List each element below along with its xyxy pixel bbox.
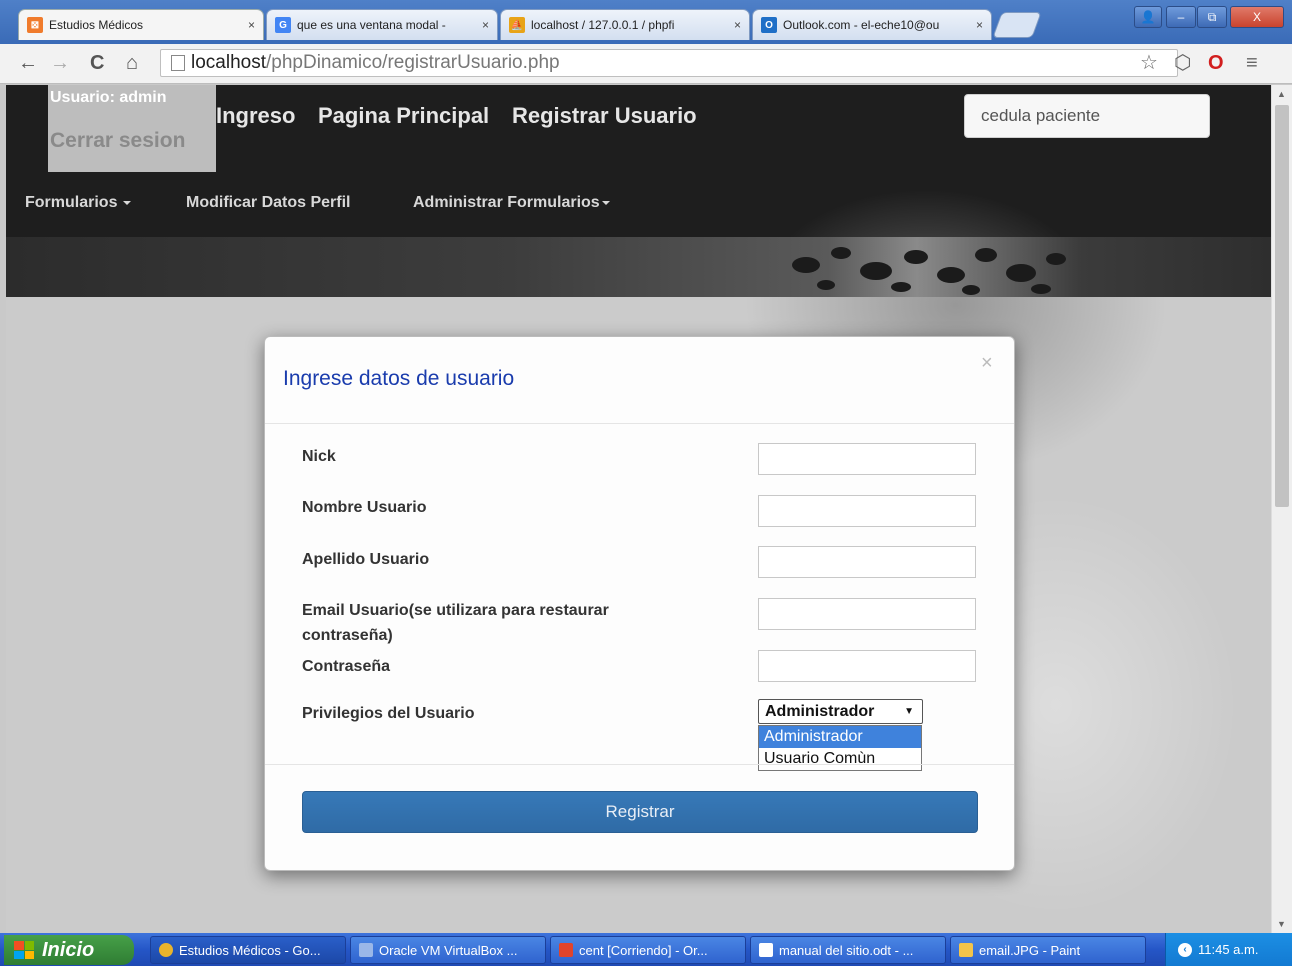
scroll-down-arrow-icon[interactable]: ▼ [1277, 919, 1286, 929]
modal-header-divider [265, 423, 1014, 424]
google-icon: G [275, 17, 291, 33]
menu-administrar-formularios-label: Administrar Formularios [413, 194, 600, 211]
menu-formularios[interactable]: Formularios [25, 194, 132, 212]
tab-close-icon[interactable]: × [734, 18, 741, 32]
modal-footer-divider [265, 764, 1014, 765]
taskbar-item-label: cent [Corriendo] - Or... [579, 942, 708, 958]
maximize-button[interactable]: ⧉ [1197, 6, 1227, 28]
tab-title: Estudios Médicos [49, 18, 144, 32]
taskbar-item-label: Oracle VM VirtualBox ... [379, 942, 518, 958]
page-viewport: Usuario: admin Cerrar sesion Ingreso Pag… [6, 85, 1271, 933]
address-path: /phpDinamico/registrarUsuario.php [266, 52, 560, 73]
nombre-usuario-label: Nombre Usuario [302, 499, 427, 516]
scroll-up-arrow-icon[interactable]: ▲ [1277, 89, 1286, 99]
windows-logo-icon [14, 941, 34, 959]
email-usuario-input[interactable] [758, 598, 976, 630]
privilegios-selected-value: Administrador [765, 702, 875, 720]
bookmark-star-icon[interactable]: ☆ [1140, 52, 1158, 74]
taskbar-item-chrome[interactable]: Estudios Médicos - Go... [150, 936, 346, 964]
forward-arrow-icon[interactable]: → [50, 52, 70, 74]
tray-chevron-icon[interactable]: ‹ [1178, 942, 1192, 957]
cedula-search-input[interactable] [964, 94, 1210, 138]
close-window-button[interactable]: X [1230, 6, 1284, 28]
tab-close-icon[interactable]: × [482, 18, 489, 32]
system-tray: ‹ 11:45 a.m. [1165, 933, 1292, 966]
dropdown-arrow-icon: ▼ [904, 706, 914, 717]
register-user-modal: Ingrese datos de usuario × Nick Nombre U… [264, 336, 1015, 871]
leopard-spots-image [792, 247, 1066, 295]
current-user-label: Usuario: admin [50, 89, 167, 106]
outlook-icon: O [761, 17, 777, 33]
reload-icon[interactable]: C [90, 52, 104, 74]
nav-pagina-principal[interactable]: Pagina Principal [318, 103, 489, 129]
address-bar[interactable]: localhost /phpDinamico/registrarUsuario.… [160, 49, 1178, 77]
back-arrow-icon[interactable]: ← [18, 52, 38, 74]
new-tab-button[interactable] [992, 12, 1042, 38]
start-button[interactable]: Inicio [4, 935, 134, 965]
phpmyadmin-icon: ⛵ [509, 17, 525, 33]
tab-close-icon[interactable]: × [248, 18, 255, 32]
caret-down-icon [123, 200, 132, 205]
taskbar-item-manual-odt[interactable]: manual del sitio.odt - ... [750, 936, 946, 964]
tab-phpmyadmin[interactable]: ⛵ localhost / 127.0.0.1 / phpfi × [500, 9, 750, 40]
tab-google-search[interactable]: G que es una ventana modal - × [266, 9, 498, 40]
site-header: Usuario: admin Cerrar sesion Ingreso Pag… [6, 85, 1271, 297]
taskbar-item-label: Estudios Médicos - Go... [179, 942, 321, 958]
logout-link[interactable]: Cerrar sesion [50, 129, 185, 153]
extension-icon[interactable]: ⬡ [1174, 52, 1191, 74]
tab-title: Outlook.com - el-eche10@ou [783, 18, 940, 32]
virtualbox-icon [359, 943, 373, 957]
tab-outlook[interactable]: O Outlook.com - el-eche10@ou × [752, 9, 992, 40]
nick-label: Nick [302, 448, 336, 465]
vm-window-icon [559, 943, 573, 957]
tab-close-icon[interactable]: × [976, 18, 983, 32]
menu-formularios-label: Formularios [25, 194, 118, 211]
paint-icon [959, 943, 973, 957]
minimize-button[interactable]: – [1166, 6, 1196, 28]
option-usuario-comun[interactable]: Usuario Comùn [759, 748, 921, 770]
user-profile-icon[interactable]: 👤 [1134, 6, 1162, 28]
scroll-thumb[interactable] [1275, 105, 1289, 507]
windows-taskbar: Inicio Estudios Médicos - Go... Oracle V… [0, 933, 1292, 966]
tab-title: que es una ventana modal - [297, 18, 446, 32]
page-scrollbar[interactable]: ▲ ▼ [1271, 85, 1292, 933]
taskbar-item-vm-cent[interactable]: cent [Corriendo] - Or... [550, 936, 746, 964]
email-usuario-label: Email Usuario(se utilizara para restaura… [302, 602, 609, 644]
opera-icon[interactable]: O [1208, 52, 1224, 74]
browser-toolbar: ← → C ⌂ localhost /phpDinamico/registrar… [0, 44, 1292, 84]
tab-estudios-medicos[interactable]: ⊠ Estudios Médicos × [18, 9, 264, 40]
taskbar-item-label: manual del sitio.odt - ... [779, 942, 914, 958]
chrome-icon [159, 943, 173, 957]
nick-input[interactable] [758, 443, 976, 475]
privilegios-select[interactable]: Administrador ▼ [758, 699, 923, 724]
apellido-usuario-input[interactable] [758, 546, 976, 578]
modal-close-icon[interactable]: × [981, 353, 993, 373]
tab-title: localhost / 127.0.0.1 / phpfi [531, 18, 675, 32]
registrar-button[interactable]: Registrar [302, 791, 978, 833]
taskbar-item-label: email.JPG - Paint [979, 942, 1081, 958]
menu-modificar-datos-perfil[interactable]: Modificar Datos Perfil [186, 194, 350, 212]
address-host: localhost [191, 52, 266, 73]
home-icon[interactable]: ⌂ [126, 52, 138, 74]
menu-administrar-formularios[interactable]: Administrar Formularios [413, 194, 610, 212]
modal-title: Ingrese datos de usuario [283, 367, 515, 390]
nombre-usuario-input[interactable] [758, 495, 976, 527]
taskbar-item-virtualbox[interactable]: Oracle VM VirtualBox ... [350, 936, 546, 964]
nav-registrar-usuario[interactable]: Registrar Usuario [512, 103, 697, 129]
contrasena-input[interactable] [758, 650, 976, 682]
taskbar-item-paint[interactable]: email.JPG - Paint [950, 936, 1146, 964]
xampp-icon: ⊠ [27, 17, 43, 33]
menu-icon[interactable]: ≡ [1246, 52, 1258, 74]
clock: 11:45 a.m. [1198, 942, 1259, 957]
option-administrador[interactable]: Administrador [759, 726, 921, 748]
start-label: Inicio [42, 938, 95, 961]
privilegios-label: Privilegios del Usuario [302, 705, 475, 722]
nav-ingreso[interactable]: Ingreso [216, 103, 295, 129]
apellido-usuario-label: Apellido Usuario [302, 551, 430, 568]
contrasena-label: Contraseña [302, 658, 391, 675]
browser-tab-strip: ⊠ Estudios Médicos × G que es una ventan… [0, 0, 1292, 44]
document-icon [759, 943, 773, 957]
caret-down-icon [601, 200, 610, 205]
page-icon [171, 55, 185, 71]
